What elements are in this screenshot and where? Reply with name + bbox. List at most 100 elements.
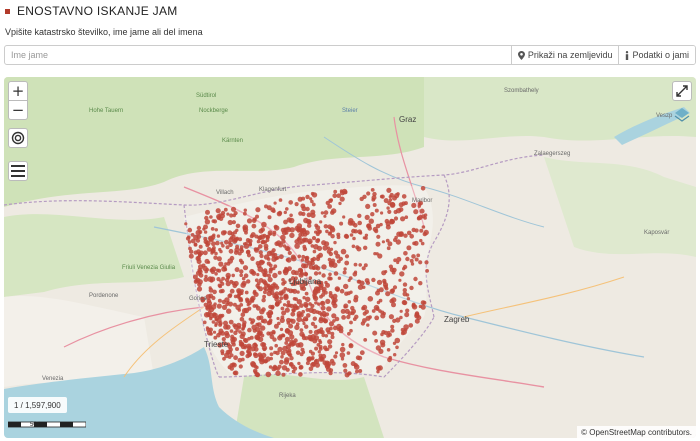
cave-marker[interactable] (232, 370, 238, 376)
cave-marker[interactable] (232, 238, 238, 244)
cave-marker[interactable] (344, 254, 350, 259)
cave-marker[interactable] (342, 215, 346, 219)
cave-marker[interactable] (251, 223, 257, 229)
cave-marker[interactable] (316, 245, 323, 251)
cave-marker[interactable] (261, 345, 268, 351)
cave-marker[interactable] (254, 304, 259, 308)
cave-map[interactable]: Graz Ljubljana Zagreb Trieste Venezia Kl… (4, 77, 696, 438)
cave-marker[interactable] (395, 239, 401, 245)
cave-marker[interactable] (331, 208, 337, 214)
cave-marker[interactable] (390, 324, 395, 329)
cave-marker[interactable] (258, 235, 263, 240)
cave-marker[interactable] (297, 254, 302, 259)
cave-marker[interactable] (245, 298, 250, 304)
cave-marker[interactable] (381, 240, 385, 244)
cave-marker[interactable] (289, 232, 295, 239)
cave-marker[interactable] (301, 229, 307, 235)
cave-marker[interactable] (243, 273, 249, 278)
cave-marker[interactable] (357, 220, 363, 226)
cave-marker[interactable] (386, 187, 392, 193)
cave-marker[interactable] (400, 331, 405, 336)
cave-marker[interactable] (311, 192, 318, 198)
cave-marker[interactable] (354, 314, 359, 319)
cave-marker[interactable] (202, 265, 208, 272)
cave-marker[interactable] (218, 261, 224, 267)
cave-marker[interactable] (326, 330, 331, 335)
cave-marker[interactable] (400, 216, 406, 222)
cave-marker[interactable] (402, 288, 407, 293)
cave-marker[interactable] (317, 302, 321, 306)
cave-marker[interactable] (311, 256, 317, 262)
cave-marker[interactable] (366, 191, 371, 196)
cave-marker[interactable] (253, 352, 257, 357)
cave-marker[interactable] (327, 204, 332, 209)
cave-marker[interactable] (282, 303, 287, 307)
cave-marker[interactable] (347, 331, 351, 336)
cave-marker[interactable] (398, 202, 404, 208)
cave-marker[interactable] (399, 309, 403, 313)
cave-marker[interactable] (336, 235, 341, 240)
cave-marker[interactable] (275, 240, 282, 246)
cave-marker[interactable] (296, 237, 301, 242)
cave-marker[interactable] (361, 266, 366, 271)
cave-marker[interactable] (373, 252, 377, 256)
cave-marker[interactable] (216, 256, 222, 262)
cave-marker[interactable] (329, 225, 335, 231)
cave-marker[interactable] (315, 266, 321, 271)
cave-marker[interactable] (303, 303, 309, 308)
cave-marker[interactable] (277, 299, 282, 304)
cave-marker[interactable] (243, 208, 247, 212)
cave-marker[interactable] (305, 296, 311, 302)
cave-marker[interactable] (418, 281, 423, 286)
cave-marker[interactable] (202, 320, 207, 325)
cave-marker[interactable] (288, 217, 295, 224)
cave-marker[interactable] (272, 230, 277, 235)
cave-marker[interactable] (195, 255, 201, 262)
cave-marker[interactable] (267, 230, 273, 236)
cave-marker[interactable] (338, 201, 342, 206)
cave-marker[interactable] (324, 280, 328, 285)
cave-marker[interactable] (229, 329, 234, 333)
cave-marker[interactable] (253, 364, 258, 369)
cave-marker[interactable] (406, 230, 412, 236)
cave-marker[interactable] (424, 260, 429, 265)
cave-marker[interactable] (213, 255, 218, 260)
cave-marker[interactable] (349, 328, 353, 333)
cave-marker[interactable] (338, 256, 343, 261)
cave-marker[interactable] (231, 273, 235, 278)
fullscreen-button[interactable] (672, 81, 692, 101)
cave-marker[interactable] (243, 344, 248, 348)
cave-marker[interactable] (321, 310, 327, 317)
cave-marker[interactable] (332, 193, 338, 199)
cave-marker[interactable] (392, 267, 397, 273)
cave-marker[interactable] (380, 194, 385, 199)
cave-marker[interactable] (197, 267, 202, 273)
cave-marker[interactable] (281, 372, 286, 377)
cave-marker[interactable] (374, 315, 380, 321)
cave-marker[interactable] (360, 321, 366, 326)
cave-marker[interactable] (283, 219, 288, 225)
cave-marker[interactable] (402, 300, 408, 306)
cave-marker[interactable] (252, 342, 258, 348)
cave-marker[interactable] (252, 290, 257, 295)
cave-marker[interactable] (403, 251, 408, 256)
cave-marker[interactable] (375, 345, 382, 351)
cave-marker[interactable] (233, 355, 239, 361)
cave-marker[interactable] (328, 371, 333, 376)
cave-marker[interactable] (226, 308, 232, 314)
cave-marker[interactable] (324, 241, 330, 247)
cave-marker[interactable] (216, 277, 221, 282)
cave-marker[interactable] (411, 304, 418, 310)
cave-marker[interactable] (281, 333, 285, 338)
cave-marker[interactable] (285, 207, 289, 211)
cave-marker[interactable] (349, 320, 353, 325)
cave-marker[interactable] (368, 315, 372, 319)
cave-marker[interactable] (253, 370, 258, 375)
cave-marker[interactable] (378, 309, 382, 313)
cave-marker[interactable] (328, 293, 334, 299)
cave-marker[interactable] (307, 220, 312, 225)
cave-marker[interactable] (401, 194, 407, 199)
cave-marker[interactable] (351, 228, 356, 234)
cave-marker[interactable] (239, 245, 244, 250)
cave-marker[interactable] (298, 372, 303, 377)
